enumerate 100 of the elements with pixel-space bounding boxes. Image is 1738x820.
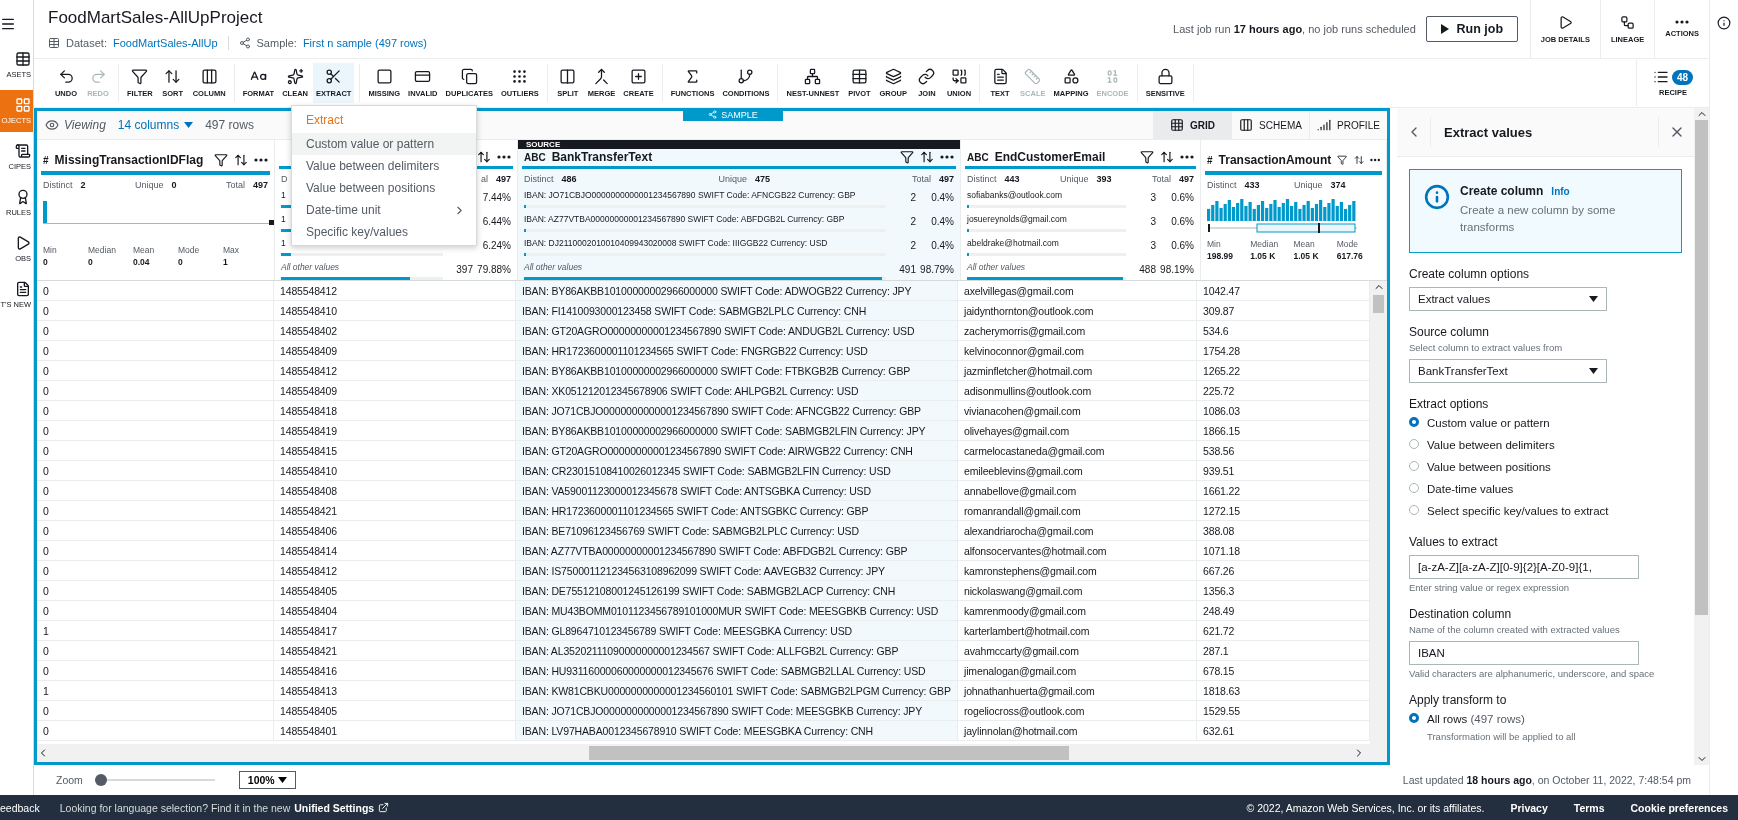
stat-label: Distinct: [524, 174, 554, 184]
filter-icon: [131, 68, 149, 85]
stat-value: 393: [1096, 174, 1112, 184]
menu-icon[interactable]: [0, 16, 16, 32]
slider-thumb[interactable]: [94, 774, 107, 786]
stat-value: 0: [88, 257, 94, 267]
info-link[interactable]: Info: [1551, 186, 1570, 197]
stat-label: Unique: [718, 174, 747, 184]
scroll-icon: [15, 143, 31, 159]
stat-value: 497: [495, 174, 511, 184]
value-count: 397: [455, 264, 473, 275]
stat-value: 497: [938, 174, 954, 184]
stat-label: Unique: [134, 180, 164, 190]
shapes-icon: [1062, 68, 1080, 85]
zoom-select[interactable]: 100%: [238, 771, 296, 789]
more-icon[interactable]: [1369, 158, 1380, 162]
stat-label: Distinct: [967, 174, 997, 184]
menu-item[interactable]: Custom value or pattern: [292, 133, 476, 155]
footer-link[interactable]: Terms: [1573, 801, 1605, 814]
table-cell: IBAN: BY86AKBB10100000002966000000 SWIFT Code: SABMGB2LFIN Currency: JPY: [516, 421, 958, 440]
radio-description: Transformation will be applied to all: [1427, 730, 1576, 744]
sort-icon[interactable]: [234, 153, 248, 167]
lock-icon: [1156, 68, 1174, 85]
more-icon[interactable]: [1180, 155, 1194, 160]
info-text: Create a new column by some transforms: [1460, 203, 1617, 235]
scrollbar-thumb[interactable]: [1695, 120, 1708, 615]
copyright-text: © 2022, Amazon Web Services, Inc. or its affiliates.: [1246, 801, 1485, 814]
scrollbar-thumb[interactable]: [1373, 295, 1384, 313]
radio-label: All rows (497 rows): [1427, 712, 1526, 727]
value-percent: 6.24%: [481, 240, 511, 251]
menu-item[interactable]: Date-time unit: [292, 199, 476, 221]
filter-icon[interactable]: [214, 153, 228, 167]
radio-button[interactable]: [1409, 713, 1419, 723]
sort-icon[interactable]: [477, 150, 491, 165]
footer-link[interactable]: Cookie preferences: [1630, 801, 1728, 814]
select-field[interactable]: BankTransferText: [1409, 359, 1607, 383]
dots-grid-icon: [511, 68, 529, 85]
field-label: Source column: [1409, 325, 1491, 339]
sort-icon[interactable]: [1160, 150, 1174, 165]
info-icon[interactable]: [1717, 16, 1731, 30]
more-icon[interactable]: [1675, 20, 1690, 24]
table-cell: IBAN: KW81CBKU0000000000001234560101 SWIFT Code: SABMGB2LPGM Currency: GBP: [516, 681, 958, 700]
select-field[interactable]: Extract values: [1409, 287, 1607, 311]
more-icon[interactable]: [497, 155, 511, 160]
radio-button[interactable]: [1409, 505, 1419, 515]
view-tab[interactable]: PROFILE: [1309, 111, 1387, 139]
table-cell: IBAN: GT20AGRO00000000001234567890 SWIFT Code: AIRWGB22 Currency: CNH: [516, 441, 958, 460]
caret-icon: [184, 122, 194, 128]
stat-label: Median: [1250, 239, 1280, 249]
field-hint: Valid characters are alphanumeric, underscore, and space: [1409, 668, 1656, 679]
value-count: 488: [1138, 264, 1156, 275]
table-cell: IBAN: XK051212012345678906 SWIFT Code: AHLPGB2L Currency: USD: [516, 381, 958, 400]
columns-icon: [200, 68, 218, 85]
settings-link[interactable]: Unified Settings: [294, 801, 390, 814]
table-cell: IBAN: HU93116000060000000012345676 SWIFT Code: SABMGB2LLAL Currency: USD: [516, 661, 958, 680]
view-tab[interactable]: GRID: [1153, 111, 1231, 139]
value-percent: 0.4%: [930, 240, 954, 251]
run-job-button[interactable]: Run job: [1425, 16, 1518, 42]
more-icon[interactable]: [940, 155, 954, 160]
radio-button[interactable]: [1409, 439, 1419, 449]
stat-label: Min: [43, 245, 58, 255]
radio-button[interactable]: [1409, 417, 1419, 427]
menu-item[interactable]: Value between delimiters: [292, 155, 476, 177]
table-cell: IBAN: FI1410093000123458 SWIFT Code: SABMGB2LPLC Currency: CNH: [516, 301, 958, 320]
table-cell: IBAN: MU43BOMM0101123456789101000MUR SWIFT Code: MEESGBKB Currency: USD: [516, 601, 958, 620]
columns-link[interactable]: 14 columns: [117, 118, 194, 132]
sample-label: Sample:: [256, 37, 297, 49]
view-tab[interactable]: SCHEMA: [1231, 111, 1309, 139]
input-field[interactable]: IBAN: [1409, 641, 1639, 665]
branch-icon: [737, 68, 755, 85]
column-name: EndCustomerEmail: [994, 150, 1107, 165]
value-percent: 0.6%: [1170, 192, 1194, 203]
menu-item[interactable]: Value between positions: [292, 177, 476, 199]
stat-label: Distinct: [1207, 180, 1237, 190]
more-icon[interactable]: [254, 158, 268, 162]
external-link-icon: [378, 802, 390, 813]
dataset-link[interactable]: FoodMartSales-AllUp: [112, 37, 218, 49]
field-label: Create column options: [1409, 267, 1531, 281]
value-label: All other values: [281, 261, 341, 272]
sample-link[interactable]: First n sample (497 rows): [302, 37, 427, 49]
stat-value: 0.04: [133, 257, 151, 267]
filter-icon[interactable]: [1337, 153, 1348, 167]
scrollbar-thumb[interactable]: [589, 746, 1069, 760]
filter-icon[interactable]: [900, 150, 914, 165]
value-percent: 79.88%: [476, 264, 511, 275]
value-percent: 7.44%: [481, 192, 511, 203]
table-cell: IBAN: VA59001123000012345678 SWIFT Code: ANTSGBKA Currency: USD: [516, 481, 958, 500]
sort-icon[interactable]: [920, 150, 934, 165]
radio-button[interactable]: [1409, 483, 1419, 493]
stat-value: 497: [252, 180, 268, 190]
eye-icon: [45, 118, 59, 132]
type-label: ABC: [524, 151, 546, 163]
sort-icon[interactable]: [1353, 153, 1364, 167]
filter-icon[interactable]: [1140, 150, 1154, 165]
input-field[interactable]: [a-zA-Z][a-zA-Z][0-9]{2}[A-Z0-9]{1,: [1409, 555, 1639, 579]
menu-item[interactable]: Specific key/values: [292, 221, 476, 243]
footer-link[interactable]: Privacy: [1510, 801, 1548, 814]
stat-value: 433: [1244, 180, 1260, 190]
radio-button[interactable]: [1409, 461, 1419, 471]
stat-label: Mean: [1293, 239, 1316, 249]
